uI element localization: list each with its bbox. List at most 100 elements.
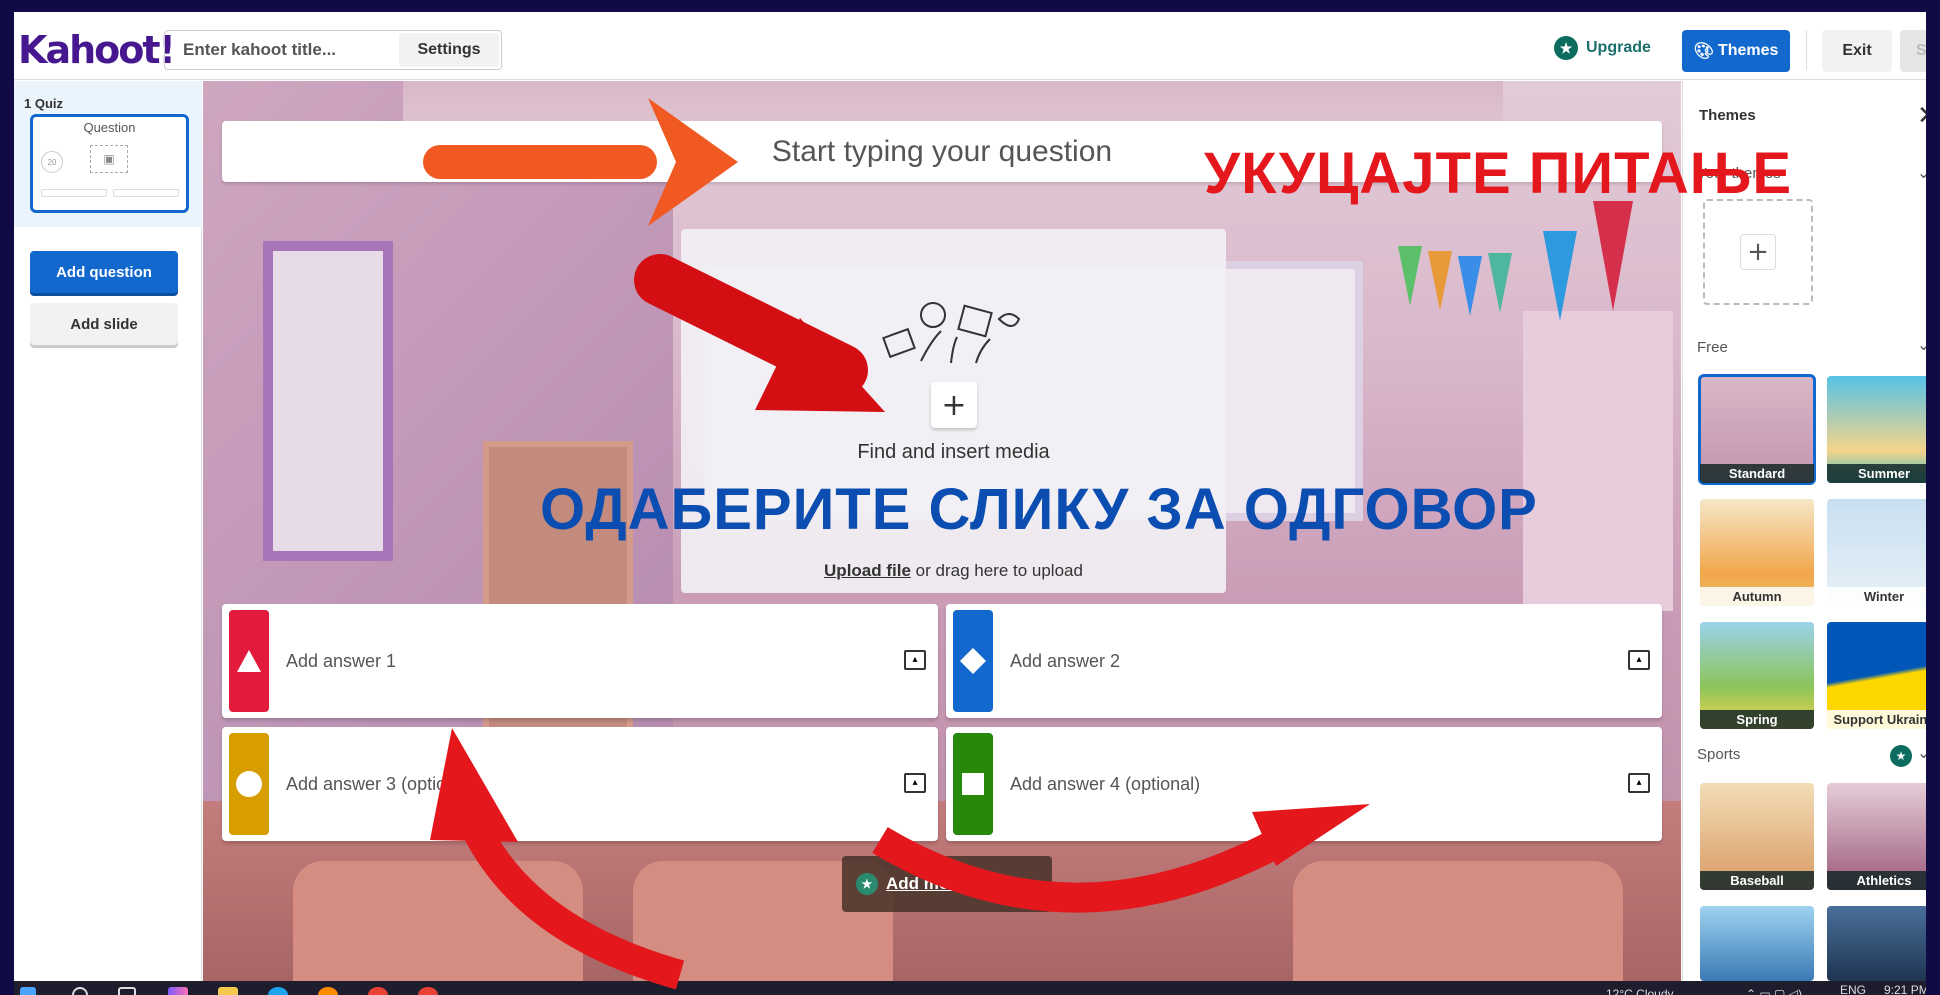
- add-more-answers-label: Add more answers: [885, 874, 1039, 893]
- theme-tile-label: Winter: [1827, 587, 1926, 606]
- answer-input-4[interactable]: [1010, 727, 1570, 841]
- add-slide-button[interactable]: Add slide: [30, 303, 178, 345]
- answer-input-1[interactable]: [286, 604, 846, 718]
- answer-input-3[interactable]: [286, 727, 846, 841]
- bg-bunting: [1488, 253, 1512, 313]
- themes-panel-title: Themes: [1699, 107, 1756, 124]
- palette-icon: 🎨︎: [1693, 43, 1714, 60]
- theme-tile-label: Baseball: [1700, 871, 1814, 890]
- answer-card-3[interactable]: ▴: [222, 727, 938, 841]
- themes-label: Themes: [1717, 42, 1779, 59]
- weather-widget[interactable]: 12°C Cloudy: [1606, 987, 1726, 995]
- app-frame: Kahoot! Settings ★ Upgrade 🎨︎ Themes Exi…: [0, 0, 1940, 995]
- chevron-down-icon[interactable]: ⌄: [1917, 743, 1926, 762]
- find-media-text: Find and insert media: [857, 441, 1050, 463]
- theme-tile-label: Standard: [1700, 464, 1814, 483]
- theme-tile-label: Spring: [1700, 710, 1814, 729]
- file-explorer-icon[interactable]: [218, 987, 238, 995]
- exit-button[interactable]: Exit: [1822, 30, 1892, 72]
- theme-tile-label: Athletics: [1827, 871, 1926, 890]
- chrome-icon[interactable]: [368, 987, 388, 995]
- chevron-down-icon[interactable]: ⌄: [1917, 163, 1926, 182]
- answer-card-1[interactable]: ▴: [222, 604, 938, 718]
- thumb-timer: 20: [41, 151, 63, 173]
- kahoot-title-input[interactable]: [165, 31, 395, 69]
- theme-tile-support-ukraine[interactable]: Support Ukraine: [1827, 622, 1926, 729]
- theme-tile-autumn[interactable]: Autumn: [1700, 499, 1814, 606]
- theme-tile-summer[interactable]: Summer: [1827, 376, 1926, 483]
- theme-tile-partial[interactable]: [1827, 906, 1926, 981]
- clock[interactable]: 9:21 PM: [1884, 983, 1926, 995]
- tray-icons[interactable]: ⌃ ▭ ▢ ◁): [1746, 987, 1802, 995]
- bg-window: [263, 241, 393, 561]
- add-more-answers-button[interactable]: ★ Add more answers: [842, 856, 1052, 912]
- themes-button[interactable]: 🎨︎ Themes: [1682, 30, 1790, 72]
- star-icon: ★: [1554, 36, 1578, 60]
- section-sports: Sports: [1697, 746, 1741, 763]
- thumb-answer: [113, 189, 179, 197]
- theme-tile-label: Support Ukraine: [1827, 710, 1926, 729]
- image-icon[interactable]: ▴: [904, 773, 926, 793]
- title-box: Settings: [164, 30, 502, 70]
- slide-thumbnail[interactable]: Question 20 ▣: [30, 114, 189, 213]
- theme-tile-label: Autumn: [1700, 587, 1814, 606]
- add-question-button[interactable]: Add question: [30, 251, 178, 293]
- star-icon: ★: [1890, 745, 1912, 767]
- search-icon[interactable]: [72, 987, 88, 995]
- media-doodle-icon: [882, 302, 1021, 364]
- header-divider: [1806, 30, 1807, 70]
- image-icon[interactable]: ▴: [1628, 773, 1650, 793]
- copilot-icon[interactable]: [168, 987, 188, 995]
- answer-input-2[interactable]: [1010, 604, 1570, 718]
- windows-start-icon[interactable]: [20, 987, 36, 995]
- bg-bunting: [1428, 251, 1452, 311]
- upload-file-link[interactable]: Upload file: [824, 561, 911, 580]
- theme-tile-label: Summer: [1827, 464, 1926, 483]
- os-taskbar: 12°C Cloudy ⌃ ▭ ▢ ◁) ENG 9:21 PM: [14, 981, 1926, 995]
- upgrade-label: Upgrade: [1586, 39, 1651, 56]
- language-indicator[interactable]: ENG: [1840, 983, 1866, 995]
- save-button[interactable]: Save: [1900, 30, 1926, 72]
- thumb-title: Question: [83, 120, 136, 135]
- slide-label: 1 Quiz: [24, 96, 64, 111]
- square-icon: [953, 733, 993, 835]
- add-custom-theme[interactable]: +: [1703, 199, 1813, 305]
- image-icon: ▣: [90, 145, 128, 173]
- plus-icon: +: [1740, 234, 1776, 270]
- bg-bunting: [1593, 201, 1633, 311]
- add-media-button[interactable]: +: [931, 382, 977, 428]
- bg-desk: [293, 861, 583, 981]
- theme-tile-baseball[interactable]: Baseball: [1700, 783, 1814, 890]
- edge-icon[interactable]: [268, 987, 288, 995]
- thumb-answer: [41, 189, 107, 197]
- close-icon[interactable]: ✕: [1917, 101, 1926, 131]
- chrome-icon[interactable]: [418, 987, 438, 995]
- theme-tile-winter[interactable]: Winter: [1827, 499, 1926, 606]
- settings-button[interactable]: Settings: [399, 33, 499, 67]
- section-free: Free: [1697, 339, 1728, 356]
- theme-tile-spring[interactable]: Spring: [1700, 622, 1814, 729]
- answer-card-4[interactable]: ▴: [946, 727, 1662, 841]
- chevron-down-icon[interactable]: ⌄: [1917, 335, 1926, 354]
- triangle-icon: [229, 610, 269, 712]
- firefox-icon[interactable]: [318, 987, 338, 995]
- bg-bunting: [1543, 231, 1577, 321]
- theme-tile-standard[interactable]: Standard: [1698, 374, 1816, 485]
- task-view-icon[interactable]: [118, 987, 136, 995]
- diamond-icon: [953, 610, 993, 712]
- annotation-type-question: УКУЦАЈТЕ ПИТАЊЕ: [1204, 141, 1793, 206]
- top-bar: Kahoot! Settings ★ Upgrade 🎨︎ Themes Exi…: [14, 12, 1926, 80]
- image-icon[interactable]: ▴: [1628, 650, 1650, 670]
- slides-sidebar: 1 Quiz Question 20 ▣ Add question Add sl…: [14, 81, 202, 981]
- bg-bunting: [1458, 256, 1482, 316]
- answer-card-2[interactable]: ▴: [946, 604, 1662, 718]
- theme-tile-partial[interactable]: [1700, 906, 1814, 981]
- bg-bunting: [1398, 246, 1422, 306]
- image-icon[interactable]: ▴: [904, 650, 926, 670]
- upload-hint: or drag here to upload: [910, 561, 1083, 580]
- upgrade-link[interactable]: ★ Upgrade: [1554, 36, 1651, 60]
- theme-tile-athletics[interactable]: Athletics: [1827, 783, 1926, 890]
- bg-window: [1523, 311, 1673, 611]
- slide-item-1[interactable]: 1 Quiz Question 20 ▣: [14, 81, 202, 227]
- kahoot-logo[interactable]: Kahoot!: [18, 28, 176, 72]
